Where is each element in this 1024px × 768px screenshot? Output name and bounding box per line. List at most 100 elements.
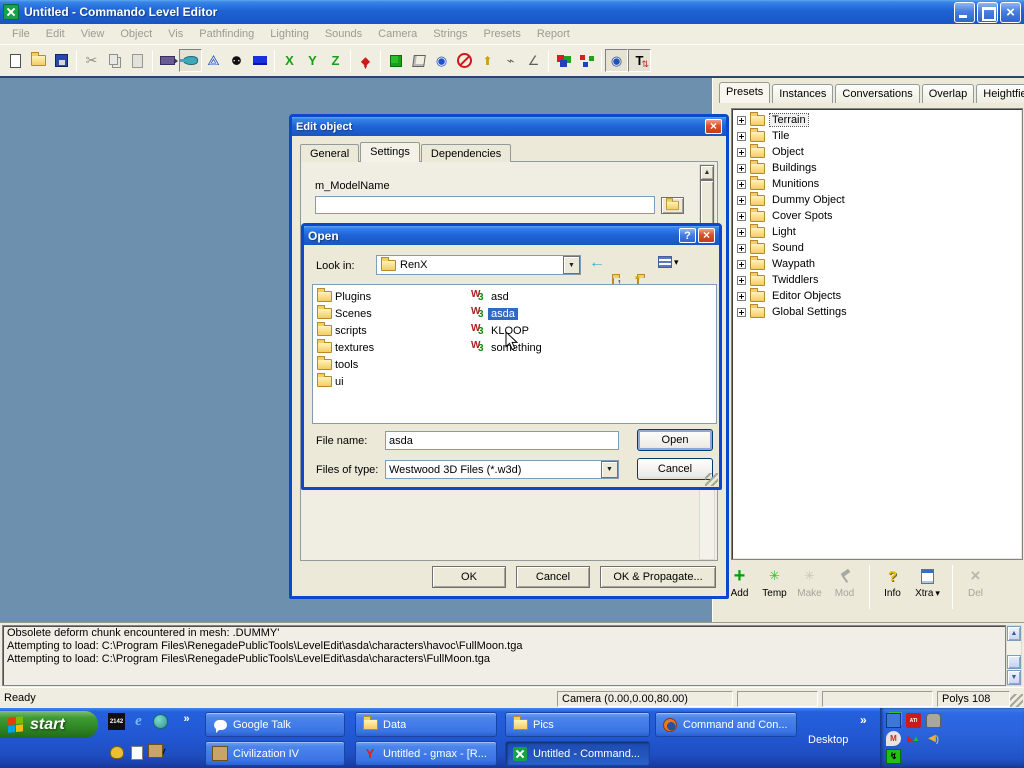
expand-icon[interactable] bbox=[737, 228, 746, 237]
spin-icon[interactable] bbox=[354, 49, 377, 72]
menu-pathfinding[interactable]: Pathfinding bbox=[191, 26, 262, 42]
file-list[interactable]: Plugins Scenes scripts textures tools ui… bbox=[312, 284, 717, 424]
open-dialog-close-icon[interactable] bbox=[698, 228, 715, 243]
model-name-input[interactable] bbox=[315, 196, 655, 214]
paste-icon[interactable] bbox=[126, 49, 149, 72]
open-cancel-button[interactable]: Cancel bbox=[637, 458, 713, 480]
flag-icon[interactable] bbox=[248, 49, 271, 72]
menu-camera[interactable]: Camera bbox=[370, 26, 425, 42]
quicklaunch-internet-explorer-icon[interactable] bbox=[130, 713, 147, 730]
wire-cube-icon[interactable] bbox=[407, 49, 430, 72]
camera-path-icon[interactable] bbox=[156, 49, 179, 72]
quicklaunch-globe-icon[interactable] bbox=[152, 713, 169, 730]
expand-icon[interactable] bbox=[737, 180, 746, 189]
no-vis-icon[interactable] bbox=[453, 49, 476, 72]
quicklaunch-document-icon[interactable] bbox=[128, 744, 145, 761]
info-button[interactable]: Info bbox=[876, 565, 909, 599]
tab-instances[interactable]: Instances bbox=[772, 84, 833, 103]
vis-eye-icon[interactable] bbox=[430, 49, 453, 72]
tab-overlap[interactable]: Overlap bbox=[922, 84, 975, 103]
taskbar-gmax[interactable]: Untitled - gmax - [R... bbox=[355, 741, 497, 766]
view-menu-icon[interactable] bbox=[658, 256, 679, 268]
desktop-toolbar-label[interactable]: Desktop bbox=[808, 734, 848, 746]
back-icon[interactable] bbox=[589, 254, 605, 272]
rgb-points-icon[interactable] bbox=[575, 49, 598, 72]
angle-icon[interactable] bbox=[522, 49, 545, 72]
quicklaunch-overflow-chevron-icon[interactable]: » bbox=[178, 710, 195, 727]
file-name-input[interactable] bbox=[385, 431, 619, 450]
edit-dialog-close-icon[interactable] bbox=[705, 119, 722, 134]
open-file-icon[interactable] bbox=[27, 49, 50, 72]
menu-lighting[interactable]: Lighting bbox=[262, 26, 317, 42]
expand-icon[interactable] bbox=[737, 164, 746, 173]
tab-presets[interactable]: Presets bbox=[719, 82, 770, 103]
tab-dependencies[interactable]: Dependencies bbox=[421, 144, 511, 162]
character-icon[interactable] bbox=[225, 49, 248, 72]
menu-view[interactable]: View bbox=[73, 26, 113, 42]
expand-icon[interactable] bbox=[737, 116, 746, 125]
window-titlebar[interactable]: Untitled - Commando Level Editor bbox=[0, 0, 1024, 24]
open-button[interactable]: Open bbox=[637, 429, 713, 451]
edit-dialog-titlebar[interactable]: Edit object bbox=[292, 117, 726, 136]
axis-rotate-icon[interactable] bbox=[202, 49, 225, 72]
log-output[interactable]: Obsolete deform chunk encountered in mes… bbox=[2, 625, 1006, 686]
quicklaunch-civ-icon[interactable]: CIV bbox=[148, 744, 165, 761]
temp-button[interactable]: Temp bbox=[758, 565, 791, 599]
selected-file[interactable]: asda bbox=[488, 308, 518, 320]
taskbar-google-talk[interactable]: Google Talk bbox=[205, 712, 345, 737]
taskbar-civilization-iv[interactable]: Civilization IV bbox=[205, 741, 345, 766]
new-file-icon[interactable] bbox=[4, 49, 27, 72]
ati-tray-icon[interactable]: ATI bbox=[906, 713, 921, 728]
statusbar-grip[interactable] bbox=[1010, 694, 1023, 707]
ok-propagate-button[interactable]: OK & Propagate... bbox=[600, 566, 716, 588]
del-button[interactable]: Del bbox=[959, 565, 992, 599]
cut-icon[interactable] bbox=[80, 49, 103, 72]
gmail-tray-icon[interactable]: M bbox=[886, 731, 901, 746]
device-tray-icon[interactable] bbox=[926, 713, 941, 728]
menu-edit[interactable]: Edit bbox=[38, 26, 73, 42]
menu-sounds[interactable]: Sounds bbox=[317, 26, 370, 42]
tab-settings[interactable]: Settings bbox=[360, 142, 420, 162]
menu-vis[interactable]: Vis bbox=[160, 26, 191, 42]
maximize-button[interactable] bbox=[977, 2, 998, 23]
presets-tree[interactable]: Terrain Tile Object Buildings Munitions … bbox=[731, 108, 1023, 560]
mod-button[interactable]: Mod bbox=[828, 565, 861, 599]
minimize-button[interactable] bbox=[954, 2, 975, 23]
rgb-cubes-icon[interactable] bbox=[552, 49, 575, 72]
quicklaunch-bf2142-icon[interactable]: 2142 bbox=[108, 713, 125, 730]
make-button[interactable]: Make bbox=[793, 565, 826, 599]
solid-cube-icon[interactable] bbox=[384, 49, 407, 72]
log-scrollbar[interactable]: ▲ ▼ bbox=[1006, 625, 1022, 686]
taskbar-commando-editor[interactable]: Untitled - Command... bbox=[505, 741, 650, 766]
look-in-combo[interactable]: RenX bbox=[376, 255, 581, 275]
expand-icon[interactable] bbox=[737, 308, 746, 317]
ok-button[interactable]: OK bbox=[432, 566, 506, 588]
close-button[interactable] bbox=[1000, 2, 1021, 23]
help-icon[interactable] bbox=[679, 228, 696, 243]
lamp-icon[interactable] bbox=[179, 49, 202, 72]
file-type-combo[interactable]: Westwood 3D Files (*.w3d) bbox=[385, 460, 619, 479]
taskbar-pics-folder[interactable]: Pics bbox=[505, 712, 650, 737]
file-type-dropdown-icon[interactable] bbox=[601, 461, 618, 478]
tab-general[interactable]: General bbox=[300, 144, 359, 162]
axis-y-icon[interactable] bbox=[301, 49, 324, 72]
radar-tray-icon[interactable] bbox=[886, 749, 901, 764]
menu-report[interactable]: Report bbox=[529, 26, 578, 42]
taskbar-data-folder[interactable]: Data bbox=[355, 712, 497, 737]
menu-object[interactable]: Object bbox=[112, 26, 160, 42]
text-tool-icon[interactable] bbox=[628, 49, 651, 72]
expand-icon[interactable] bbox=[737, 212, 746, 221]
tab-conversations[interactable]: Conversations bbox=[835, 84, 919, 103]
axis-z-icon[interactable] bbox=[324, 49, 347, 72]
volume-tray-icon[interactable] bbox=[926, 731, 941, 746]
menu-strings[interactable]: Strings bbox=[425, 26, 475, 42]
tab-heightfield[interactable]: Heightfield bbox=[976, 84, 1024, 103]
xtra-button[interactable]: Xtra bbox=[911, 565, 944, 599]
expand-icon[interactable] bbox=[737, 292, 746, 301]
start-button[interactable]: start bbox=[0, 711, 98, 738]
copy-icon[interactable] bbox=[103, 49, 126, 72]
taskbar-command-and-conquer[interactable]: Command and Con... bbox=[655, 712, 797, 737]
expand-icon[interactable] bbox=[737, 148, 746, 157]
menu-presets[interactable]: Presets bbox=[476, 26, 529, 42]
raise-terrain-icon[interactable] bbox=[476, 49, 499, 72]
